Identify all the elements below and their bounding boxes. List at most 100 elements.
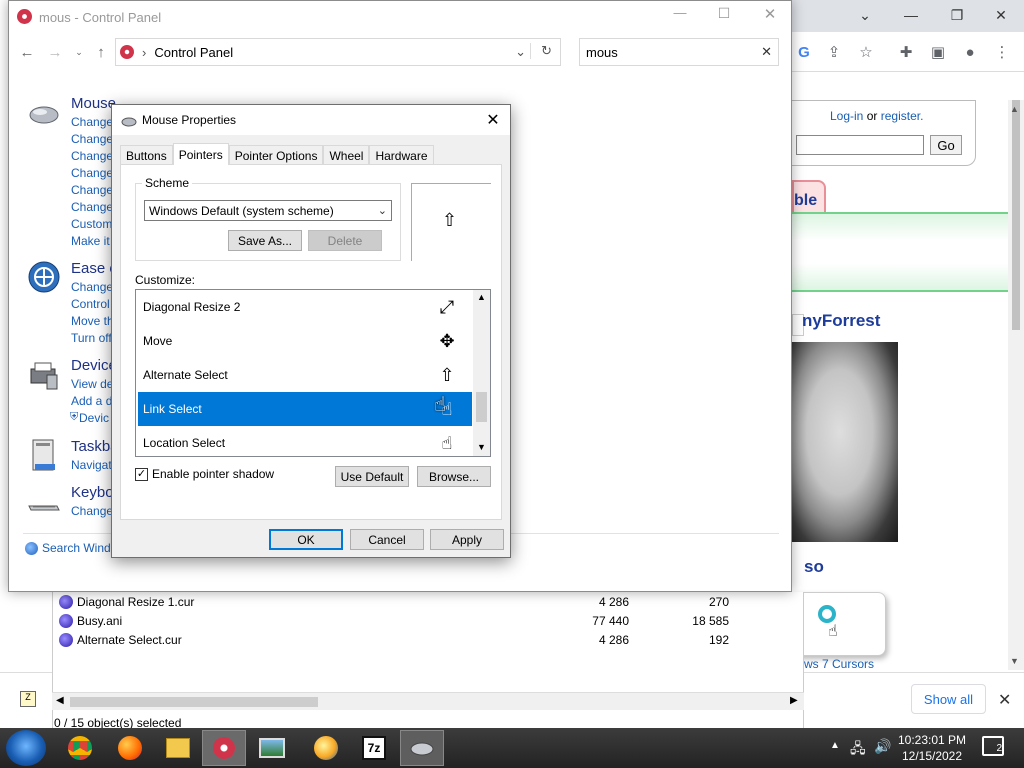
media-icon[interactable] — [304, 730, 348, 766]
login-link[interactable]: Log-in — [830, 109, 863, 123]
category-link[interactable]: View de — [71, 377, 113, 391]
category-link[interactable]: Add a d — [71, 394, 112, 408]
browse-button[interactable]: Browse... — [417, 466, 491, 487]
archive-file-icon[interactable]: Z — [20, 691, 36, 707]
system-clock[interactable]: 10:23:01 PM 12/15/2022 — [896, 732, 968, 764]
category-link[interactable]: Custom — [71, 217, 112, 231]
category-link[interactable]: Control — [71, 297, 110, 311]
search-input[interactable]: mous ✕ — [579, 38, 779, 66]
menu-icon[interactable]: ⋮ — [990, 40, 1014, 64]
file-row[interactable]: Alternate Select.cur 4 286 192 — [59, 630, 759, 649]
start-button[interactable] — [6, 730, 46, 766]
enable-pointer-shadow-checkbox[interactable]: ✓ Enable pointer shadow — [135, 467, 274, 481]
extensions-icon[interactable]: ✚ — [894, 40, 918, 64]
tab-wheel[interactable]: Wheel — [323, 145, 370, 165]
back-icon[interactable]: ← — [15, 40, 39, 64]
chevron-down-icon[interactable]: ⌄ — [842, 0, 888, 30]
close-icon[interactable]: ✕ — [759, 5, 781, 27]
ok-button[interactable]: OK — [269, 529, 343, 550]
category-link[interactable]: Devic — [79, 411, 109, 425]
horizontal-scrollbar[interactable]: ◀ ▶ — [52, 692, 804, 710]
firefox-icon[interactable] — [108, 730, 152, 766]
list-item[interactable]: Alternate Select ⇧ — [138, 358, 472, 392]
use-default-button[interactable]: Use Default — [335, 466, 409, 487]
category-link[interactable]: Move th — [71, 314, 114, 328]
close-icon[interactable]: ✕ — [482, 109, 504, 131]
google-icon[interactable]: G — [792, 40, 816, 64]
tab-pointer-options[interactable]: Pointer Options — [228, 145, 324, 165]
scheme-select[interactable]: Windows Default (system scheme) ⌄ — [144, 200, 392, 221]
tab-hardware[interactable]: Hardware — [369, 145, 434, 165]
scroll-up-icon[interactable]: ▲ — [1010, 104, 1019, 114]
profile-icon[interactable]: ● — [958, 40, 982, 64]
apply-button[interactable]: Apply — [430, 529, 504, 550]
volume-icon[interactable]: 🔊 — [874, 738, 891, 755]
up-icon[interactable]: ↑ — [89, 40, 113, 64]
category-link[interactable]: Change — [71, 504, 113, 518]
share-icon[interactable]: ⇪ — [822, 40, 846, 64]
category-link[interactable]: Change — [71, 166, 113, 180]
cursor-card[interactable]: ☝ — [792, 592, 886, 656]
mouse-taskbar-icon[interactable] — [400, 730, 444, 766]
address-bar[interactable]: › Control Panel ⌄ ↻ — [115, 38, 561, 66]
minimize-icon[interactable]: — — [888, 0, 934, 30]
category-link[interactable]: Change — [71, 132, 113, 146]
category-link[interactable]: Change — [71, 200, 113, 214]
category-link[interactable]: Change — [71, 149, 113, 163]
tab-pointers[interactable]: Pointers — [172, 143, 229, 165]
cancel-button[interactable]: Cancel — [350, 529, 424, 550]
file-row[interactable]: Diagonal Resize 1.cur 4 286 270 — [59, 592, 759, 611]
category-link[interactable]: Make it — [71, 234, 110, 248]
star-icon[interactable]: ☆ — [854, 40, 878, 64]
category-title[interactable]: Mouse — [71, 95, 116, 112]
scroll-down-icon[interactable]: ▼ — [1010, 656, 1019, 666]
show-all-button[interactable]: Show all — [911, 684, 986, 714]
show-hidden-icons[interactable]: ▲ — [830, 740, 840, 751]
tab-buttons[interactable]: Buttons — [120, 145, 173, 165]
photos-icon[interactable] — [250, 730, 294, 766]
cursor-list[interactable]: Diagonal Resize 2 ⤢ Move ✥ Alternate Sel… — [135, 289, 491, 457]
category-link[interactable]: Turn off — [71, 331, 112, 345]
restore-icon[interactable]: ❐ — [934, 0, 980, 30]
breadcrumb[interactable]: Control Panel — [154, 45, 233, 60]
notification-icon[interactable]: 2 — [982, 736, 1004, 756]
category-link[interactable]: Change — [71, 280, 113, 294]
category-link[interactable]: Change — [71, 183, 113, 197]
scroll-right-icon[interactable]: ▶ — [790, 695, 798, 706]
address-dropdown-icon[interactable]: ⌄ — [515, 44, 526, 60]
go-button[interactable]: Go — [930, 135, 962, 155]
delete-button[interactable]: Delete — [308, 230, 382, 251]
side-panel-icon[interactable]: ▣ — [926, 40, 950, 64]
category-title[interactable]: Keybo — [71, 484, 114, 501]
list-item[interactable]: Location Select ☝ — [138, 426, 472, 456]
control-panel-taskbar-icon[interactable] — [202, 730, 246, 766]
scroll-up-icon[interactable]: ▲ — [477, 292, 486, 302]
network-icon[interactable]: 🖧 — [850, 738, 866, 762]
close-download-bar-icon[interactable]: ✕ — [998, 690, 1011, 710]
site-tab[interactable]: ble — [792, 180, 826, 214]
browser-scrollbar[interactable] — [1008, 100, 1024, 670]
maximize-icon[interactable]: ☐ — [713, 5, 735, 27]
file-row[interactable]: Busy.ani 77 440 18 585 — [59, 611, 759, 630]
cursors-link[interactable]: ws 7 Cursors — [804, 657, 874, 671]
scroll-left-icon[interactable]: ◀ — [56, 695, 64, 706]
close-icon[interactable]: ✕ — [978, 0, 1024, 30]
register-link[interactable]: register. — [881, 109, 924, 123]
minimize-icon[interactable]: — — [669, 5, 691, 27]
clear-search-icon[interactable]: ✕ — [761, 44, 772, 60]
category-link[interactable]: Navigat — [71, 458, 112, 472]
7zip-icon[interactable]: 7z — [352, 730, 396, 766]
search-windows-help-link[interactable]: Search Windo — [25, 541, 117, 555]
list-item[interactable]: Move ✥ — [138, 324, 472, 358]
list-item-selected[interactable]: Link Select ☝ — [138, 392, 472, 426]
recent-locations-icon[interactable]: ⌄ — [67, 40, 91, 64]
category-title[interactable]: Device — [71, 357, 117, 374]
save-as-button[interactable]: Save As... — [228, 230, 302, 251]
chrome-icon[interactable] — [58, 730, 102, 766]
forward-icon[interactable]: → — [43, 40, 67, 64]
refresh-icon[interactable]: ↻ — [530, 43, 552, 59]
login-input[interactable] — [796, 135, 924, 155]
list-scrollbar[interactable]: ▲ ▼ — [473, 290, 490, 456]
file-explorer-icon[interactable] — [156, 730, 200, 766]
scroll-down-icon[interactable]: ▼ — [477, 442, 486, 452]
